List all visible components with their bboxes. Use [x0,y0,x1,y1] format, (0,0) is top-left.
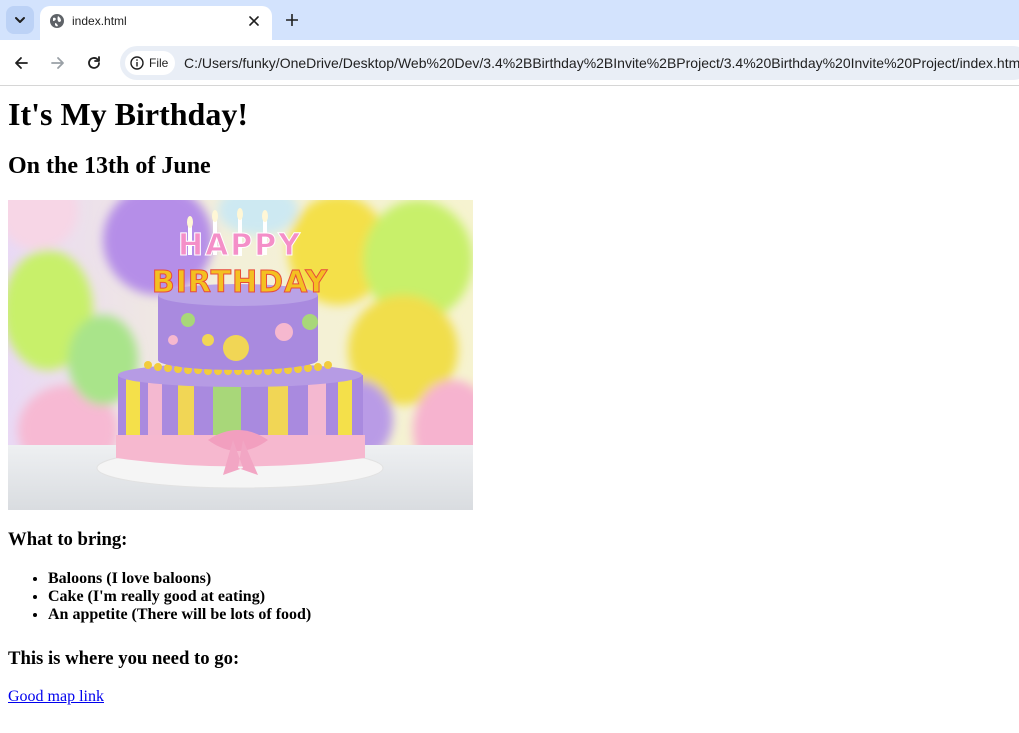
browser-toolbar: File C:/Users/funky/OneDrive/Desktop/Web… [0,40,1019,86]
topper-birthday: BIRTHDAY [152,265,329,300]
list-item: Cake (I'm really good at eating) [48,588,311,606]
map-link[interactable]: Good map link [8,687,104,707]
reload-icon [88,56,100,69]
forward-button[interactable] [47,52,69,74]
new-tab-button[interactable] [281,9,303,31]
plus-icon [286,14,298,26]
topper-happy: HAPPY [178,228,302,263]
birthday-cake-image: HAPPY BIRTHDAY [8,200,473,510]
url-text[interactable]: C:/Users/funky/OneDrive/Desktop/Web%20De… [184,56,1019,70]
bring-heading: What to bring: [8,529,128,550]
back-arrow-icon [15,57,28,69]
page-heading: It's My Birthday! [8,96,248,132]
globe-icon [50,14,64,28]
close-icon [249,16,259,26]
location-heading: This is where you need to go: [8,648,240,669]
list-item: Baloons (I love baloons) [48,570,311,588]
tab-search-button[interactable] [6,6,34,34]
browser-tab[interactable]: index.html [40,6,272,40]
bring-list: Baloons (I love baloons) Cake (I'm reall… [8,570,311,624]
back-button[interactable] [10,52,32,74]
forward-arrow-icon [51,57,64,69]
tab-close-button[interactable] [244,11,264,31]
info-icon [130,56,144,70]
tab-title: index.html [72,14,127,28]
list-item: An appetite (There will be lots of food) [48,606,311,624]
tab-strip: index.html [0,0,1019,40]
address-bar[interactable]: File C:/Users/funky/OneDrive/Desktop/Web… [120,46,1019,80]
page-subheading: On the 13th of June [8,153,211,179]
site-info-chip[interactable]: File [125,51,175,75]
site-info-label: File [149,56,169,70]
tab-search-icon [15,17,25,23]
reload-button[interactable] [83,52,105,74]
